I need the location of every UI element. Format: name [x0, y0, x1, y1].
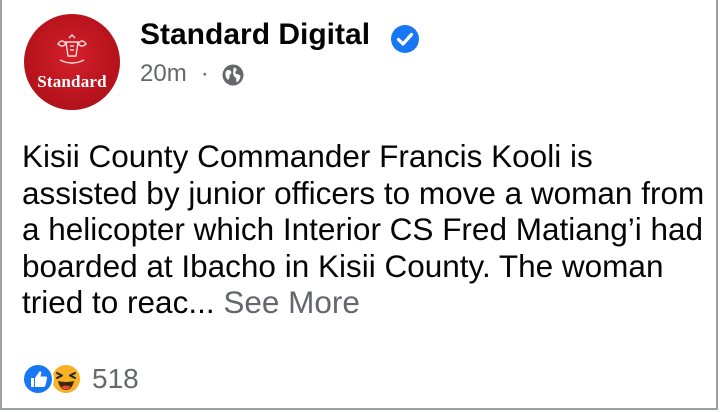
crest-logo-icon	[57, 34, 87, 64]
like-icon	[22, 363, 54, 395]
reactions-summary[interactable]: 518	[22, 362, 139, 396]
globe-icon[interactable]	[221, 63, 245, 87]
post-meta: 20m ·	[140, 60, 245, 88]
post-body-text: Kisii County Commander Francis Kooli is …	[22, 138, 705, 320]
avatar-wordmark: Standard	[37, 72, 107, 91]
verified-badge-icon	[391, 25, 419, 53]
post-card: Standard Standard Digital 20m · Kisii Co…	[0, 0, 718, 410]
see-more-link[interactable]: See More	[223, 284, 360, 320]
meta-separator: ·	[200, 60, 209, 87]
reaction-count: 518	[92, 363, 139, 394]
page-name-link[interactable]: Standard Digital	[140, 18, 370, 52]
post-body: Kisii County Commander Francis Kooli is …	[22, 138, 707, 321]
page-avatar[interactable]: Standard	[24, 14, 120, 110]
haha-icon	[50, 363, 82, 395]
post-timestamp[interactable]: 20m	[140, 60, 187, 88]
